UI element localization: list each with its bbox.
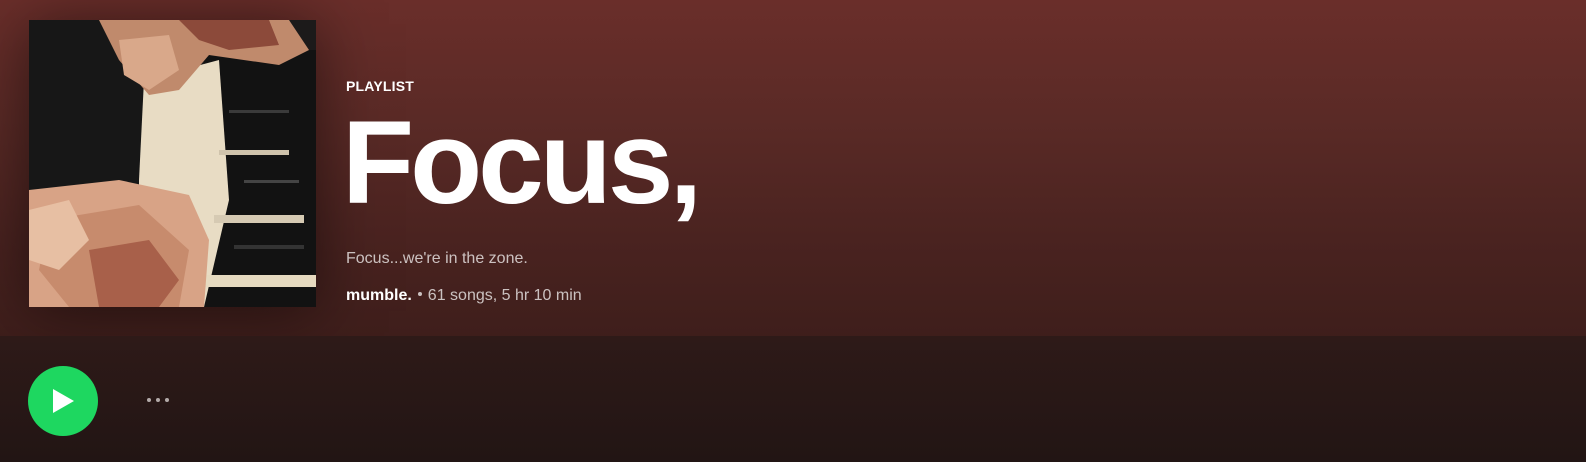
play-icon: [53, 389, 74, 413]
action-bar: [0, 336, 1586, 462]
playlist-page: PLAYLIST Focus, Focus...we're in the zon…: [0, 0, 1586, 462]
more-options-button[interactable]: [138, 388, 178, 412]
playlist-header: PLAYLIST Focus, Focus...we're in the zon…: [0, 0, 1586, 340]
playlist-owner-link[interactable]: mumble.: [346, 287, 412, 304]
separator-dot: [417, 292, 422, 297]
playlist-type-label: PLAYLIST: [346, 78, 414, 94]
playlist-description: Focus...we're in the zone.: [346, 250, 528, 267]
play-button[interactable]: [28, 366, 98, 436]
playlist-meta: mumble. 61 songs, 5 hr 10 min: [346, 287, 582, 305]
more-options-icon: [147, 398, 169, 402]
playlist-cover-art[interactable]: [29, 20, 316, 307]
playlist-title: Focus,: [342, 97, 702, 229]
playlist-stats: 61 songs, 5 hr 10 min: [427, 287, 582, 304]
